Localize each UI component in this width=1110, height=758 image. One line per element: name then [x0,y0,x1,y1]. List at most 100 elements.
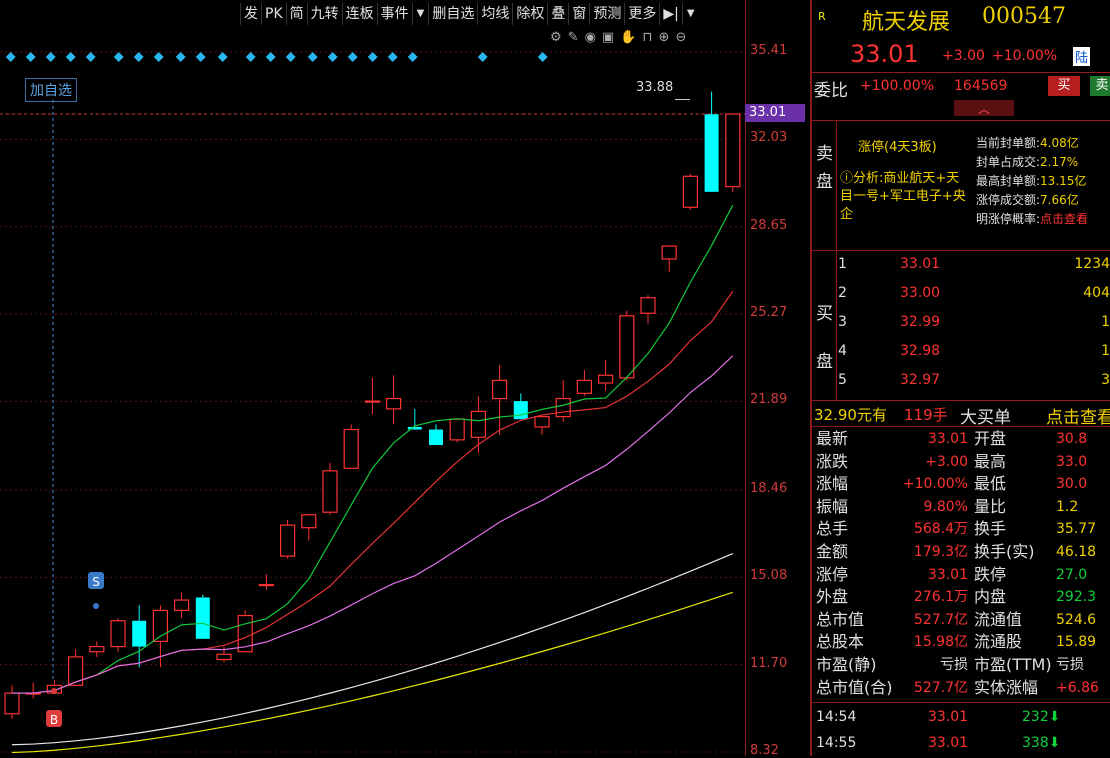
ma5-line [12,204,734,694]
seal-row: 封单占成交:2.17% [976,155,1079,169]
candle-body-up [534,415,550,428]
buy-signal-dot [51,688,57,694]
candle-body-up [661,245,677,260]
candle-body-up [619,315,635,379]
stats-row: 总市值(合) 527.7亿 实体涨幅 +6.86 [816,677,1099,697]
event-diamond [133,52,144,62]
candle-body-up [322,470,338,513]
toolbar-item-11[interactable]: 窗 [568,3,589,25]
hand-icon[interactable]: ✋ [620,30,636,45]
event-diamond [5,52,16,62]
pen-icon[interactable]: ✎ [568,30,579,45]
buy-button[interactable]: 买 [1048,76,1080,96]
sell-signal-label: S [92,575,100,589]
y-axis-label: 11.70 [750,655,788,671]
y-axis-label: 15.08 [750,568,788,584]
candle-body-up [555,397,571,418]
stats-row: 总手 568.4万 换手 35.77 [816,519,1097,539]
seal-row: 涨停成交额:7.66亿 [976,193,1079,207]
toolbar-item-12[interactable]: 预测 [589,3,624,25]
toolbar-item-13[interactable]: 更多 [624,3,659,25]
quote-panel: R 航天发展 000547 33.01 +3.00 +10.00% 陆 委比 +… [812,0,1110,756]
toolbar-item-4[interactable]: 连板 [341,3,377,25]
stats-table: 最新 33.01 开盘 30.8 涨跌 +3.00 最高 33.0 涨幅 +10.00% 最低 30.… [812,428,1110,699]
event-diamond [25,52,36,62]
candle-body-up [576,379,593,394]
stats-row: 市盈(静) 亏损 市盈(TTM) 亏损 [816,654,1084,674]
sell-side-label: 卖盘 [816,144,833,192]
down-arrow-icon: ⬇ [1048,709,1061,725]
zoom-in-icon[interactable]: ⊕ [659,30,670,45]
candle-body-down [195,597,210,639]
event-diamond [537,52,548,62]
toolbar-item-14[interactable]: ▶| [659,3,681,25]
lock-icon[interactable]: ⊓ [642,30,652,45]
candle-body-up [343,428,359,469]
seal-row: 当前封单额:4.08亿 [976,136,1079,150]
candle-body-up [682,175,699,208]
stats-row: 最新 33.01 开盘 30.8 [816,429,1088,448]
y-axis-label: 28.65 [750,217,788,233]
event-diamond [387,52,398,62]
buy-side-label: 买盘 [816,304,833,372]
toolbar-item-6[interactable]: ▼ [411,3,429,25]
briefcase-icon[interactable]: ▣ [602,30,614,45]
candle-body-up [449,418,465,441]
event-diamond [285,52,296,62]
ma60-line [11,552,734,746]
stats-row: 涨跌 +3.00 最高 33.0 [816,451,1088,471]
bid-row: 1 33.01 1234 [838,256,1110,272]
zoom-out-icon[interactable]: ⊖ [675,30,686,45]
stats-row: 总股本 15.98亿 流通股 15.89 [816,632,1097,652]
toolbar-item-3[interactable]: 九转 [306,3,342,25]
weibi-value: +100.00% [860,78,935,94]
candle-body-up [4,692,20,715]
toolbar-item-7[interactable]: 删自选 [428,3,477,25]
price-change: +3.00 [942,48,985,64]
buy-signal-label: B [50,713,58,727]
candle-body-up [364,400,380,403]
toolbar-item-1[interactable]: PK [261,3,286,25]
tick-row: 14:55 33.01 338⬇ [816,735,1061,751]
event-diamond [307,52,318,62]
candle-body-up [492,379,508,400]
toolbar-item-2[interactable]: 简 [285,3,307,25]
toolbar-item-9[interactable]: 除权 [512,3,547,25]
high-price-label: 33.88 [636,80,674,95]
toolbar-item-10[interactable]: 叠 [547,3,568,25]
bid-row: 4 32.98 1 [838,343,1110,359]
toolbar-item-5[interactable]: 事件 [376,3,412,25]
event-diamond [265,52,276,62]
collapse-icon[interactable]: ︿ [954,100,1014,116]
chart-toolbar: 发 PK 简九转 连板 事件 ▼ 删自选 均线 除权叠窗预测 更多 ▶| ▼ [240,2,699,26]
eye-icon[interactable]: ◉ [585,30,596,45]
weibi-label: 委比 [814,81,848,101]
add-watchlist-button[interactable]: 加自选 [25,78,77,102]
y-axis-label: 21.89 [750,392,788,408]
stats-row: 涨幅 +10.00% 最低 30.0 [816,474,1088,494]
big-order-link[interactable]: 点击查看 [1046,403,1110,428]
y-axis-label: 35.41 [750,43,788,58]
stats-row: 金额 179.3亿 换手(实) 46.18 [816,541,1097,561]
toolbar-item-15[interactable]: ▼ [681,3,699,25]
seal-row[interactable]: 明涨停概率:点击查看 [976,210,1088,229]
toolbar-item-8[interactable]: 均线 [477,3,512,25]
limit-up-tag: 涨停(4天3板) [858,140,937,155]
chart-tool-icons: ⚙ ✎ ◉ ▣ ✋ ⊓ ⊕ ⊖ [550,30,686,45]
bid-row: 3 32.99 1 [838,314,1110,330]
event-diamond [217,52,228,62]
tick-list: 14:54 33.01 232⬇ 14:55 33.01 338⬇ [812,704,1110,756]
candle-body-up [216,653,232,661]
event-diamond [175,52,186,62]
event-diamond [367,52,378,62]
candle-body-up [597,374,614,384]
info-icon: ⓘ [840,171,854,186]
candle-body-down [429,429,443,446]
kline-chart[interactable]: SB [0,0,810,756]
sell-button[interactable]: 卖 [1090,76,1110,96]
settings-icon[interactable]: ⚙ [550,30,562,45]
bid-row: 2 33.00 404 [838,285,1110,301]
event-diamond [153,52,164,62]
toolbar-item-0[interactable]: 发 [240,3,261,25]
stats-row: 涨停 33.01 跌停 27.0 [816,564,1088,584]
